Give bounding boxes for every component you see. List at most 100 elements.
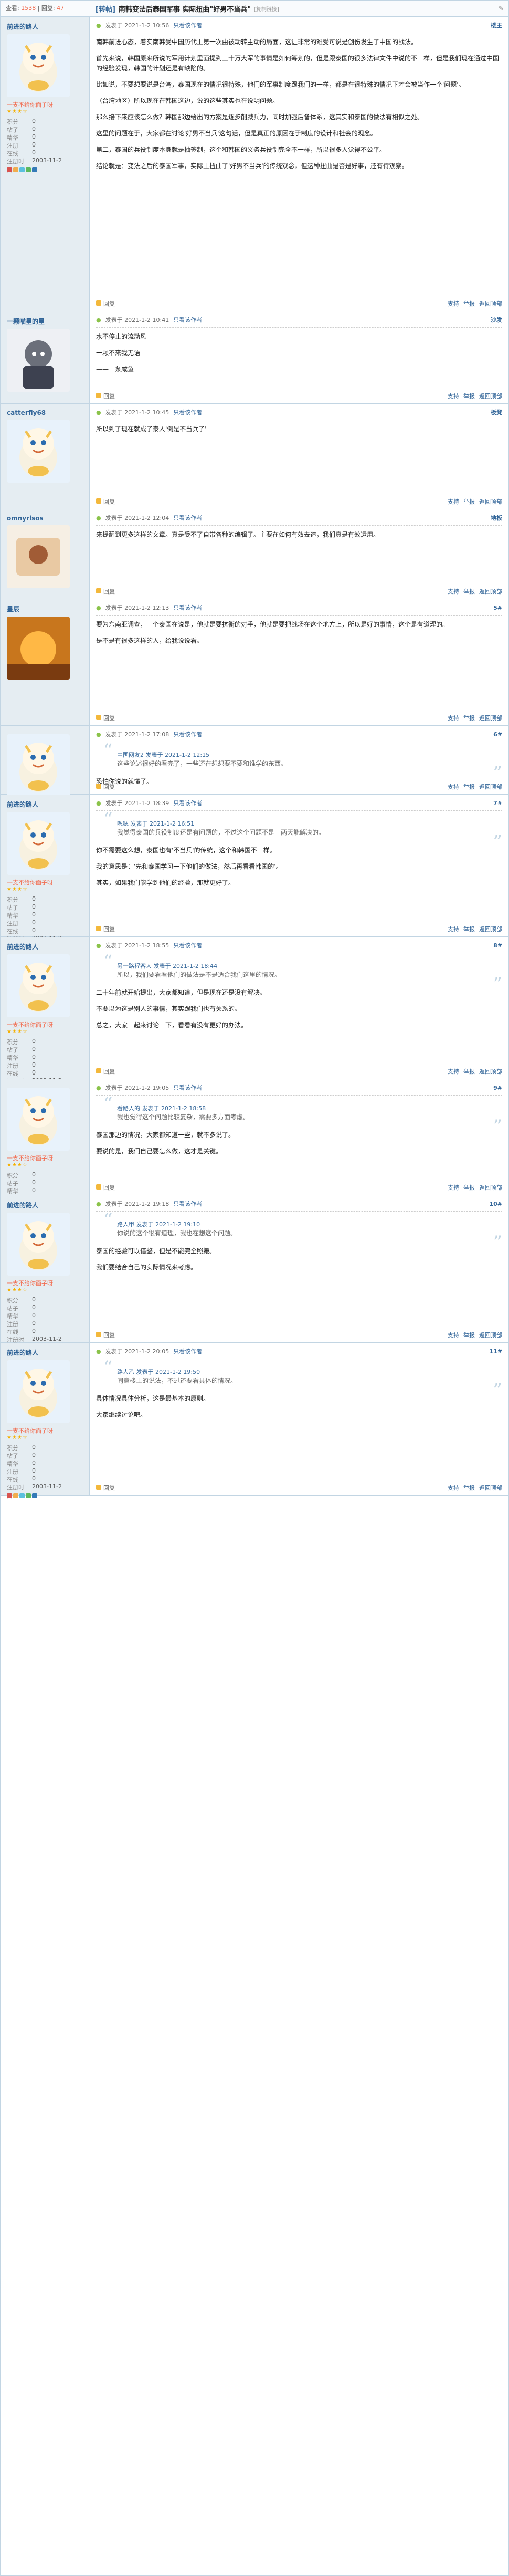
edit-icon[interactable]: ✎ [494, 5, 508, 12]
stat-value[interactable]: 0 [32, 895, 36, 903]
stat-value[interactable]: 0 [32, 1444, 36, 1452]
username[interactable]: 前进的路人 [7, 942, 83, 951]
report-button[interactable]: 举报 [463, 299, 475, 308]
reply-button[interactable]: 回复 [96, 587, 115, 596]
stat-value[interactable]: 0 [32, 1054, 36, 1061]
stat-value[interactable]: 0 [32, 911, 36, 919]
support-button[interactable]: 支持 [448, 299, 459, 308]
reply-button[interactable]: 回复 [96, 392, 115, 400]
support-button[interactable]: 支持 [448, 714, 459, 722]
report-button[interactable]: 举报 [463, 1067, 475, 1076]
quote-author[interactable]: 中国网友2 发表于 2021-1-2 12:15 [117, 752, 209, 758]
quote-author[interactable]: 另一路程客人 发表于 2021-1-2 18:44 [117, 963, 217, 969]
stat-value[interactable]: 0 [32, 133, 36, 141]
report-button[interactable]: 举报 [463, 1183, 475, 1192]
stat-value[interactable]: 0 [32, 1459, 36, 1467]
back-to-top-button[interactable]: 返回顶部 [479, 783, 502, 791]
username[interactable]: catterfly68 [7, 409, 83, 416]
username[interactable]: 前进的路人 [7, 800, 83, 809]
avatar[interactable] [7, 34, 70, 97]
support-button[interactable]: 支持 [448, 1484, 459, 1492]
quote-author[interactable]: 路人乙 发表于 2021-1-2 19:50 [117, 1369, 200, 1375]
only-author-link[interactable]: 只看该作者 [173, 799, 202, 807]
back-to-top-button[interactable]: 返回顶部 [479, 587, 502, 596]
stat-value[interactable]: 0 [32, 919, 36, 927]
support-button[interactable]: 支持 [448, 783, 459, 791]
username[interactable]: 星辰 [7, 604, 83, 613]
avatar[interactable] [7, 329, 70, 392]
report-button[interactable]: 举报 [463, 925, 475, 933]
username[interactable]: 前进的路人 [7, 22, 83, 31]
stat-value[interactable]: 0 [32, 149, 36, 157]
report-button[interactable]: 举报 [463, 1331, 475, 1339]
reply-button[interactable]: 回复 [96, 1331, 115, 1339]
reply-button[interactable]: 回复 [96, 1067, 115, 1076]
floor-number[interactable]: 10# [489, 1201, 502, 1207]
support-button[interactable]: 支持 [448, 497, 459, 506]
avatar[interactable] [7, 1088, 70, 1151]
back-to-top-button[interactable]: 返回顶部 [479, 1331, 502, 1339]
reply-button[interactable]: 回复 [96, 925, 115, 933]
floor-number[interactable]: 9# [493, 1084, 502, 1091]
back-to-top-button[interactable]: 返回顶部 [479, 299, 502, 308]
only-author-link[interactable]: 只看该作者 [173, 408, 202, 416]
quote-author[interactable]: 路人甲 发表于 2021-1-2 19:10 [117, 1221, 200, 1228]
back-to-top-button[interactable]: 返回顶部 [479, 1484, 502, 1492]
only-author-link[interactable]: 只看该作者 [173, 603, 202, 612]
support-button[interactable]: 支持 [448, 925, 459, 933]
floor-number[interactable]: 11# [489, 1348, 502, 1355]
stat-value[interactable]: 0 [32, 927, 36, 935]
stat-value[interactable]: 0 [32, 126, 36, 133]
stat-value[interactable]: 0 [32, 141, 36, 149]
support-button[interactable]: 支持 [448, 1183, 459, 1192]
floor-number[interactable]: 7# [493, 800, 502, 807]
only-author-link[interactable]: 只看该作者 [173, 730, 202, 738]
avatar[interactable] [7, 1360, 70, 1423]
floor-number[interactable]: 5# [493, 604, 502, 611]
stat-value[interactable]: 0 [32, 1061, 36, 1069]
only-author-link[interactable]: 只看该作者 [173, 514, 202, 522]
copy-link-button[interactable]: [复制链接] [254, 5, 279, 13]
reply-button[interactable]: 回复 [96, 1484, 115, 1492]
stat-value[interactable]: 0 [32, 1179, 36, 1187]
stat-value[interactable]: 0 [32, 1328, 36, 1336]
username[interactable]: 前进的路人 [7, 1348, 83, 1357]
username[interactable]: 一颗喵星的星 [7, 317, 83, 326]
quote-author[interactable]: 嗯嗯 发表于 2021-1-2 16:51 [117, 820, 194, 827]
username[interactable]: 前进的路人 [7, 1201, 83, 1209]
floor-number[interactable]: 楼主 [491, 21, 502, 29]
avatar[interactable] [7, 812, 70, 875]
stat-value[interactable]: 0 [32, 1320, 36, 1328]
avatar[interactable] [7, 420, 70, 483]
report-button[interactable]: 举报 [463, 587, 475, 596]
avatar[interactable] [7, 734, 70, 797]
stat-value[interactable]: 0 [32, 1304, 36, 1312]
back-to-top-button[interactable]: 返回顶部 [479, 392, 502, 400]
support-button[interactable]: 支持 [448, 1331, 459, 1339]
support-button[interactable]: 支持 [448, 587, 459, 596]
stat-value[interactable]: 2003-11-2 [32, 1336, 62, 1343]
stat-value[interactable]: 2003-11-2 [32, 157, 62, 165]
floor-number[interactable]: 板凳 [491, 408, 502, 416]
reply-button[interactable]: 回复 [96, 497, 115, 506]
back-to-top-button[interactable]: 返回顶部 [479, 925, 502, 933]
avatar[interactable] [7, 1213, 70, 1276]
stat-value[interactable]: 0 [32, 1171, 36, 1179]
only-author-link[interactable]: 只看该作者 [173, 1200, 202, 1208]
back-to-top-button[interactable]: 返回顶部 [479, 497, 502, 506]
back-to-top-button[interactable]: 返回顶部 [479, 1183, 502, 1192]
avatar[interactable] [7, 617, 70, 680]
stat-value[interactable]: 0 [32, 1312, 36, 1320]
only-author-link[interactable]: 只看该作者 [173, 1347, 202, 1355]
floor-number[interactable]: 沙发 [491, 316, 502, 324]
support-button[interactable]: 支持 [448, 392, 459, 400]
stat-value[interactable]: 0 [32, 1069, 36, 1077]
support-button[interactable]: 支持 [448, 1067, 459, 1076]
stat-value[interactable]: 0 [32, 1467, 36, 1475]
stat-value[interactable]: 0 [32, 903, 36, 911]
only-author-link[interactable]: 只看该作者 [173, 1083, 202, 1092]
report-button[interactable]: 举报 [463, 497, 475, 506]
floor-number[interactable]: 地板 [491, 514, 502, 522]
quote-author[interactable]: 看路人的 发表于 2021-1-2 18:58 [117, 1105, 206, 1112]
stat-value[interactable]: 0 [32, 1038, 36, 1046]
